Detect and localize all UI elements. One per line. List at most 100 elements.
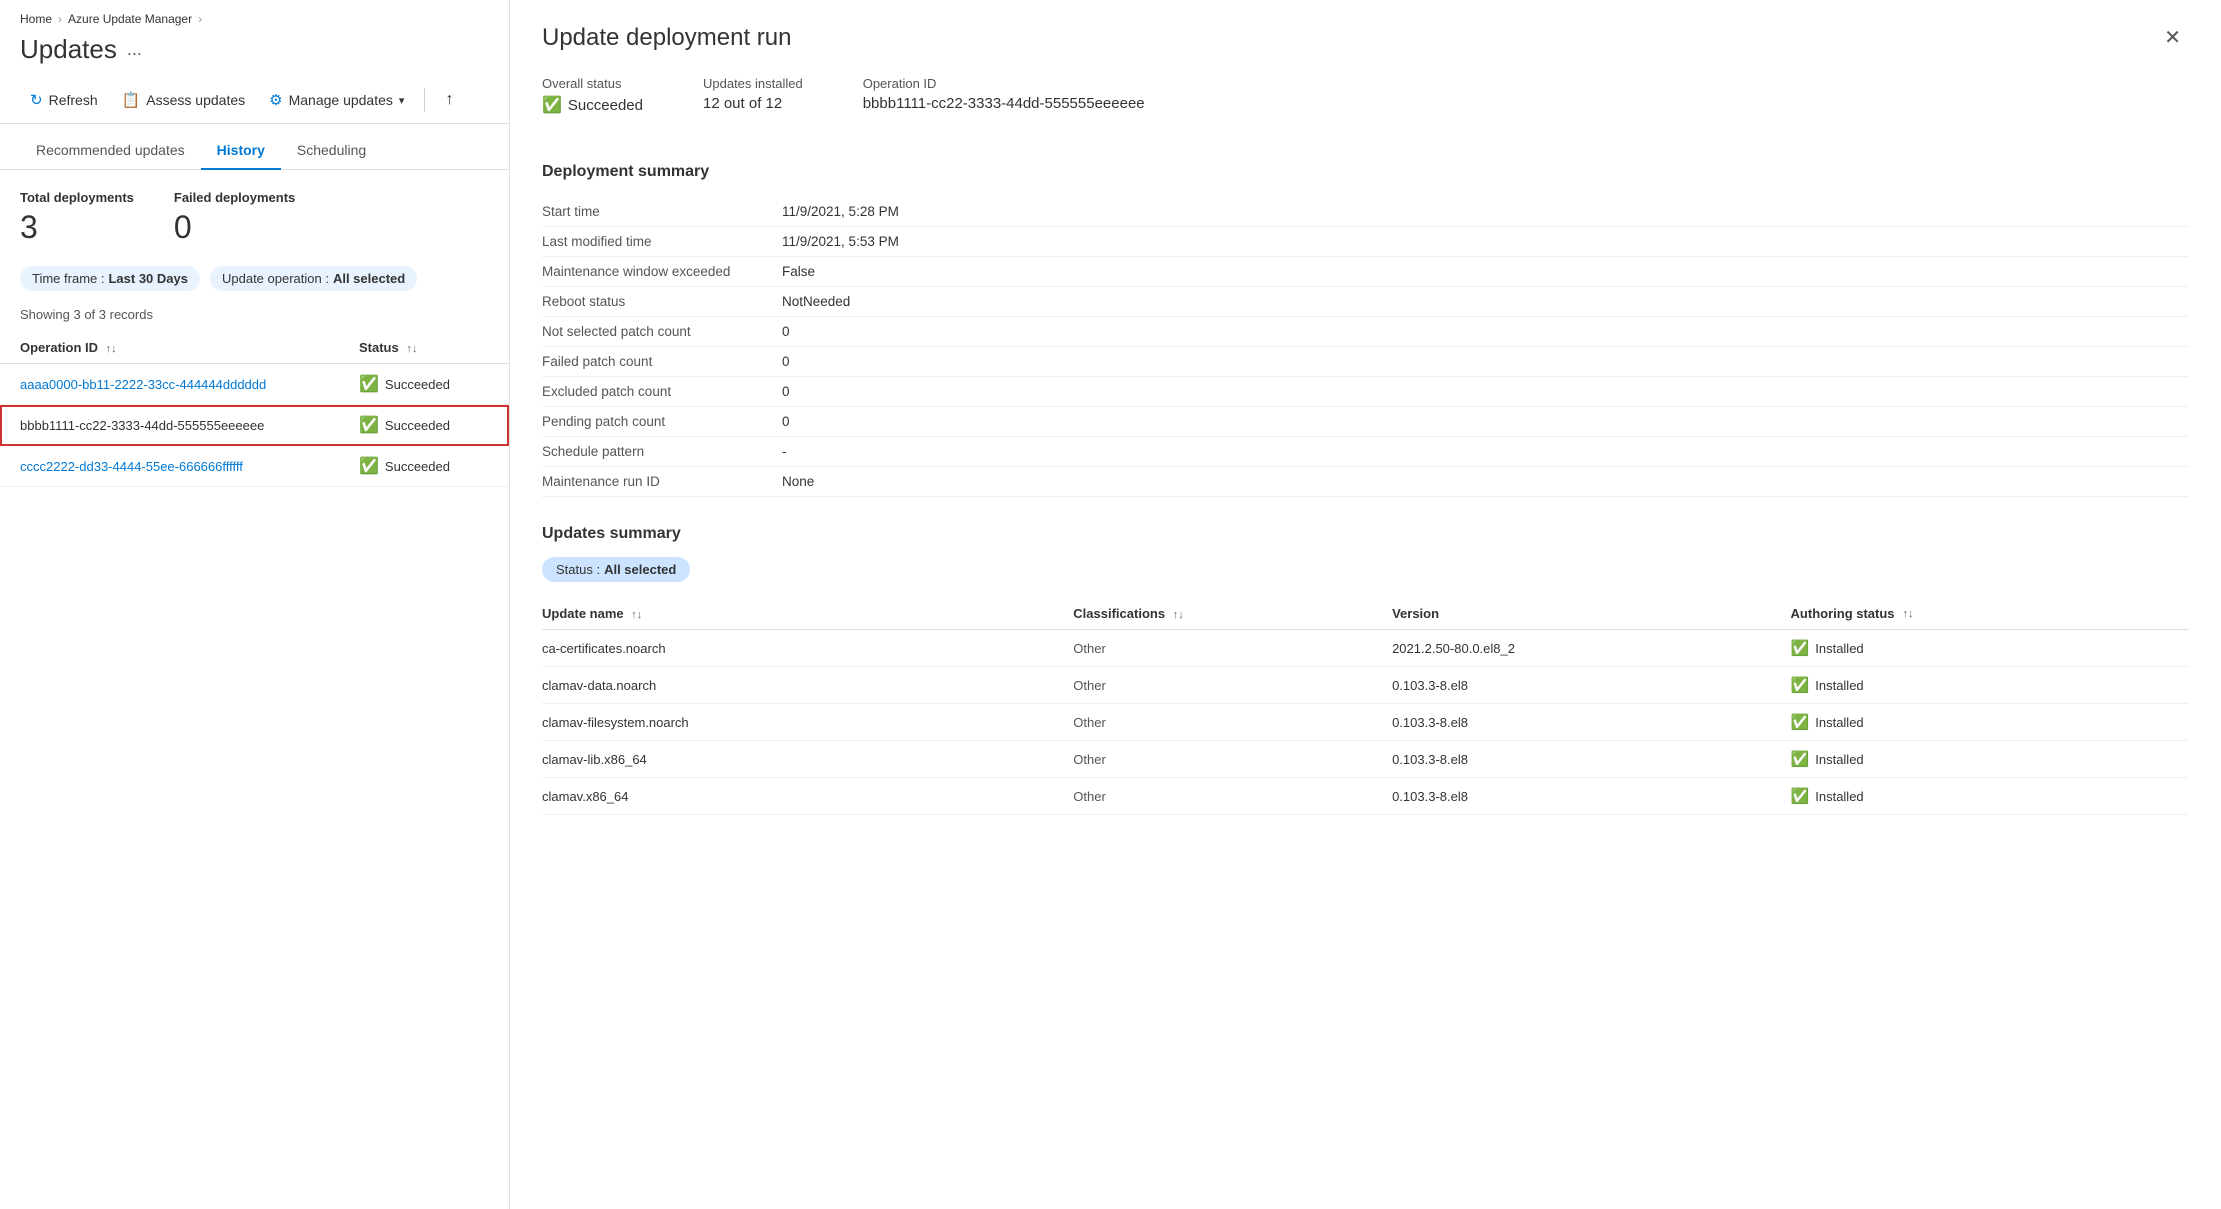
status-filter-pill[interactable]: Status : All selected — [542, 557, 690, 582]
close-button[interactable]: ✕ — [2156, 24, 2189, 52]
summary-row: Reboot statusNotNeeded — [542, 287, 2189, 317]
updates-table-header: Update name ↑↓ Classifications ↑↓ Versio… — [542, 598, 2189, 630]
update-version: 0.103.3-8.el8 — [1392, 678, 1790, 693]
assess-label: Assess updates — [146, 92, 245, 108]
update-name: clamav-lib.x86_64 — [542, 752, 1073, 767]
auth-status-text: Installed — [1815, 752, 1863, 767]
updates-table-row[interactable]: clamav-lib.x86_64 Other 0.103.3-8.el8 ✅ … — [542, 741, 2189, 778]
total-deployments-label: Total deployments — [20, 190, 134, 205]
update-name: clamav.x86_64 — [542, 789, 1073, 804]
operation-id-value: bbbb1111-cc22-3333-44dd-555555eeeeee — [863, 95, 1145, 112]
upload-button[interactable]: ↑ — [435, 85, 463, 115]
table-row[interactable]: bbbb1111-cc22-3333-44dd-555555eeeeee ✅ S… — [0, 405, 509, 446]
auth-success-icon: ✅ — [1791, 676, 1810, 694]
status-value: Succeeded — [385, 418, 450, 433]
status-cell: ✅ Succeeded — [359, 374, 489, 394]
tab-recommended[interactable]: Recommended updates — [20, 132, 201, 170]
summary-key: Maintenance run ID — [542, 474, 782, 489]
records-count: Showing 3 of 3 records — [0, 301, 509, 332]
assess-updates-button[interactable]: 📋 Assess updates — [112, 85, 256, 115]
sort-status-icon[interactable]: ↑↓ — [406, 343, 417, 355]
auth-status-text: Installed — [1815, 678, 1863, 693]
auth-status-text: Installed — [1815, 789, 1863, 804]
operation-id-group: Operation ID bbbb1111-cc22-3333-44dd-555… — [863, 76, 1145, 115]
summary-value: 11/9/2021, 5:53 PM — [782, 234, 899, 249]
summary-key: Last modified time — [542, 234, 782, 249]
updates-table-row[interactable]: clamav-filesystem.noarch Other 0.103.3-8… — [542, 704, 2189, 741]
failed-deployments-stat: Failed deployments 0 — [174, 190, 295, 246]
breadcrumb-home[interactable]: Home — [20, 12, 52, 26]
timeframe-filter[interactable]: Time frame : Last 30 Days — [20, 266, 200, 291]
auth-success-icon: ✅ — [1791, 713, 1810, 731]
update-auth: ✅ Installed — [1791, 787, 2189, 805]
tabs-container: Recommended updates History Scheduling — [0, 132, 509, 170]
panel-title: Update deployment run — [542, 24, 792, 52]
breadcrumb: Home › Azure Update Manager › — [0, 0, 509, 30]
timeframe-value: Last 30 Days — [108, 271, 188, 286]
summary-value: 0 — [782, 384, 790, 399]
update-auth: ✅ Installed — [1791, 676, 2189, 694]
filters-row: Time frame : Last 30 Days Update operati… — [0, 256, 509, 301]
operation-id-cell: cccc2222-dd33-4444-55ee-666666ffffff — [20, 459, 359, 474]
timeframe-label: Time frame : — [32, 271, 104, 286]
page-title: Updates — [20, 34, 117, 65]
summary-key: Failed patch count — [542, 354, 782, 369]
updates-summary-title: Updates summary — [542, 525, 2189, 543]
auth-success-icon: ✅ — [1791, 639, 1810, 657]
table-row[interactable]: aaaa0000-bb11-2222-33cc-444444dddddd ✅ S… — [0, 364, 509, 405]
page-title-ellipsis[interactable]: ... — [127, 39, 142, 60]
update-name: clamav-data.noarch — [542, 678, 1073, 693]
updates-rows-container: ca-certificates.noarch Other 2021.2.50-8… — [542, 630, 2189, 815]
status-cell: ✅ Succeeded — [359, 456, 489, 476]
summary-value: NotNeeded — [782, 294, 850, 309]
overall-status-text: Succeeded — [568, 97, 643, 114]
overall-status-icon: ✅ — [542, 95, 562, 115]
assess-icon: 📋 — [122, 91, 141, 109]
refresh-label: Refresh — [49, 92, 98, 108]
updates-table-row[interactable]: clamav.x86_64 Other 0.103.3-8.el8 ✅ Inst… — [542, 778, 2189, 815]
col-class-header: Classifications ↑↓ — [1073, 606, 1392, 621]
updates-table-row[interactable]: clamav-data.noarch Other 0.103.3-8.el8 ✅… — [542, 667, 2189, 704]
auth-status-text: Installed — [1815, 641, 1863, 656]
update-class: Other — [1073, 715, 1392, 730]
tab-history[interactable]: History — [201, 132, 281, 170]
status-filter-value: All selected — [604, 562, 676, 577]
tab-scheduling[interactable]: Scheduling — [281, 132, 382, 170]
manage-label: Manage updates — [289, 92, 393, 108]
auth-success-icon: ✅ — [1791, 787, 1810, 805]
summary-row: Last modified time11/9/2021, 5:53 PM — [542, 227, 2189, 257]
summary-key: Excluded patch count — [542, 384, 782, 399]
total-deployments-value: 3 — [20, 209, 134, 246]
summary-value: 0 — [782, 354, 790, 369]
updates-table-row[interactable]: ca-certificates.noarch Other 2021.2.50-8… — [542, 630, 2189, 667]
col-operation-header: Operation ID ↑↓ — [20, 340, 359, 355]
update-name: ca-certificates.noarch — [542, 641, 1073, 656]
table-row[interactable]: cccc2222-dd33-4444-55ee-666666ffffff ✅ S… — [0, 446, 509, 487]
update-auth: ✅ Installed — [1791, 639, 2189, 657]
breadcrumb-sep1: › — [58, 12, 62, 26]
update-name: clamav-filesystem.noarch — [542, 715, 1073, 730]
summary-table: Start time11/9/2021, 5:28 PMLast modifie… — [542, 197, 2189, 497]
sort-class-icon[interactable]: ↑↓ — [1173, 609, 1184, 621]
update-auth: ✅ Installed — [1791, 750, 2189, 768]
sort-operation-icon[interactable]: ↑↓ — [106, 343, 117, 355]
status-success-icon: ✅ — [359, 456, 379, 476]
operation-filter[interactable]: Update operation : All selected — [210, 266, 417, 291]
refresh-button[interactable]: ↻ Refresh — [20, 85, 108, 115]
summary-key: Reboot status — [542, 294, 782, 309]
operation-label: Update operation : — [222, 271, 329, 286]
update-class: Other — [1073, 752, 1392, 767]
sort-auth-icon[interactable]: ↑↓ — [1903, 608, 1914, 620]
summary-key: Maintenance window exceeded — [542, 264, 782, 279]
sort-name-icon[interactable]: ↑↓ — [631, 609, 642, 621]
summary-key: Not selected patch count — [542, 324, 782, 339]
summary-row: Excluded patch count0 — [542, 377, 2189, 407]
breadcrumb-azure-update[interactable]: Azure Update Manager — [68, 12, 192, 26]
update-class: Other — [1073, 678, 1392, 693]
manage-updates-button[interactable]: ⚙ Manage updates ▾ — [259, 85, 414, 115]
summary-value: 11/9/2021, 5:28 PM — [782, 204, 899, 219]
col-auth-header: Authoring status ↑↓ — [1791, 606, 2189, 621]
update-auth: ✅ Installed — [1791, 713, 2189, 731]
page-title-container: Updates ... — [0, 30, 509, 77]
auth-success-icon: ✅ — [1791, 750, 1810, 768]
